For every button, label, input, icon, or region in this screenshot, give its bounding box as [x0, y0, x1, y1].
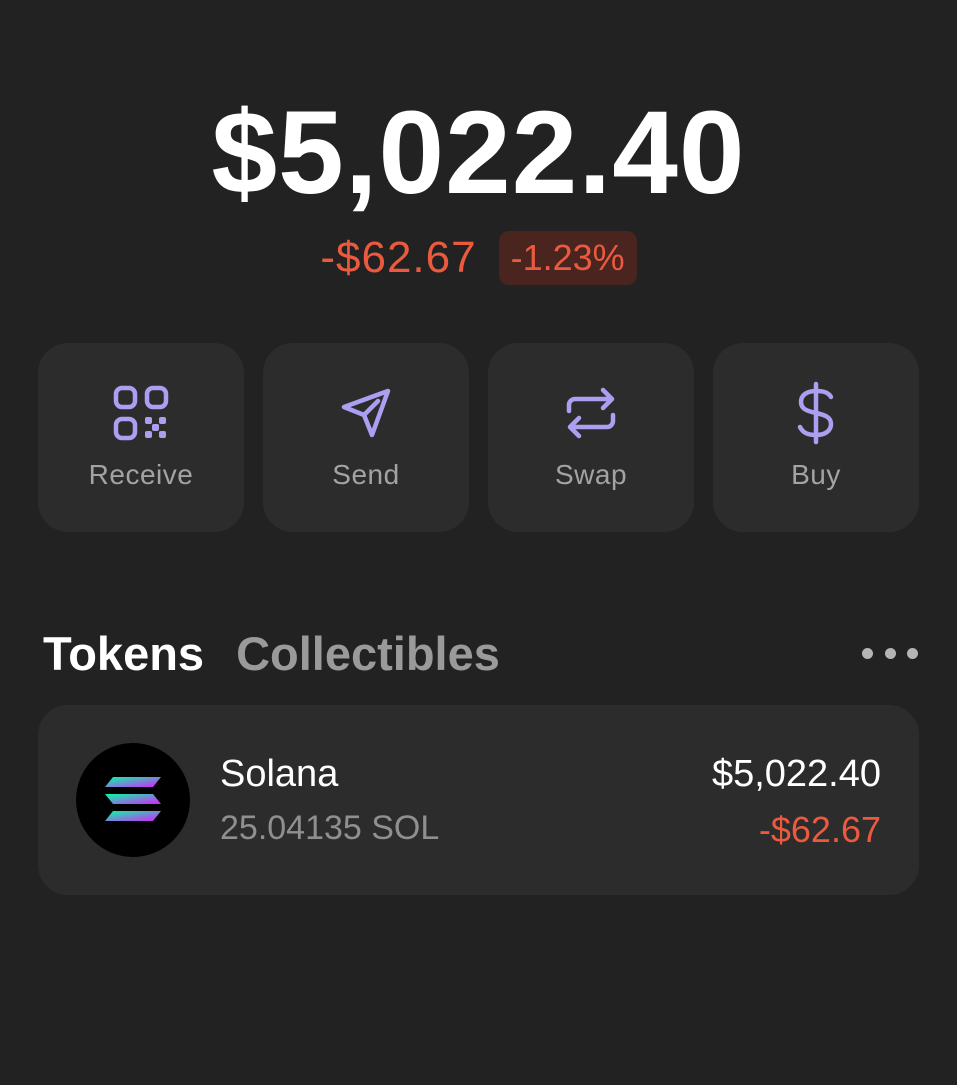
solana-logo-icon — [76, 743, 190, 857]
portfolio-balance: $5,022.40 — [211, 87, 746, 219]
send-icon — [336, 383, 396, 443]
receive-button[interactable]: Receive — [38, 343, 244, 532]
token-amount: 25.04135 SOL — [220, 809, 440, 847]
token-name: Solana — [220, 753, 339, 795]
token-change: -$62.67 — [758, 809, 881, 850]
tab-tokens[interactable]: Tokens — [43, 626, 204, 682]
portfolio-change-amount: -$62.67 — [320, 233, 477, 282]
swap-label: Swap — [554, 459, 628, 490]
qr-code-icon — [111, 383, 171, 443]
tab-collectibles[interactable]: Collectibles — [236, 626, 500, 682]
more-horizontal-icon[interactable] — [862, 640, 918, 666]
send-label: Send — [332, 459, 400, 490]
portfolio-change-row: -$62.67 -1.23% — [0, 230, 957, 286]
more-dot — [862, 647, 873, 659]
more-dot — [907, 647, 918, 659]
receive-label: Receive — [88, 459, 194, 490]
dollar-sign-icon — [786, 381, 846, 445]
quick-actions: Receive Send Swap Buy — [38, 343, 919, 532]
buy-button[interactable]: Buy — [713, 343, 919, 532]
buy-label: Buy — [791, 459, 841, 490]
swap-arrows-icon — [561, 383, 621, 443]
token-row-solana[interactable]: Solana 25.04135 SOL $5,022.40 -$62.67 — [38, 705, 919, 895]
portfolio-change-percent-badge: -1.23% — [498, 231, 637, 285]
more-dot — [884, 647, 896, 659]
swap-button[interactable]: Swap — [488, 343, 694, 532]
wallet-home-screen: $5,022.40 -$62.67 -1.23% Receive Send Sw… — [0, 0, 957, 1085]
token-value: $5,022.40 — [711, 753, 881, 795]
asset-tabs: Tokens Collectibles — [43, 626, 500, 682]
send-button[interactable]: Send — [263, 343, 469, 532]
